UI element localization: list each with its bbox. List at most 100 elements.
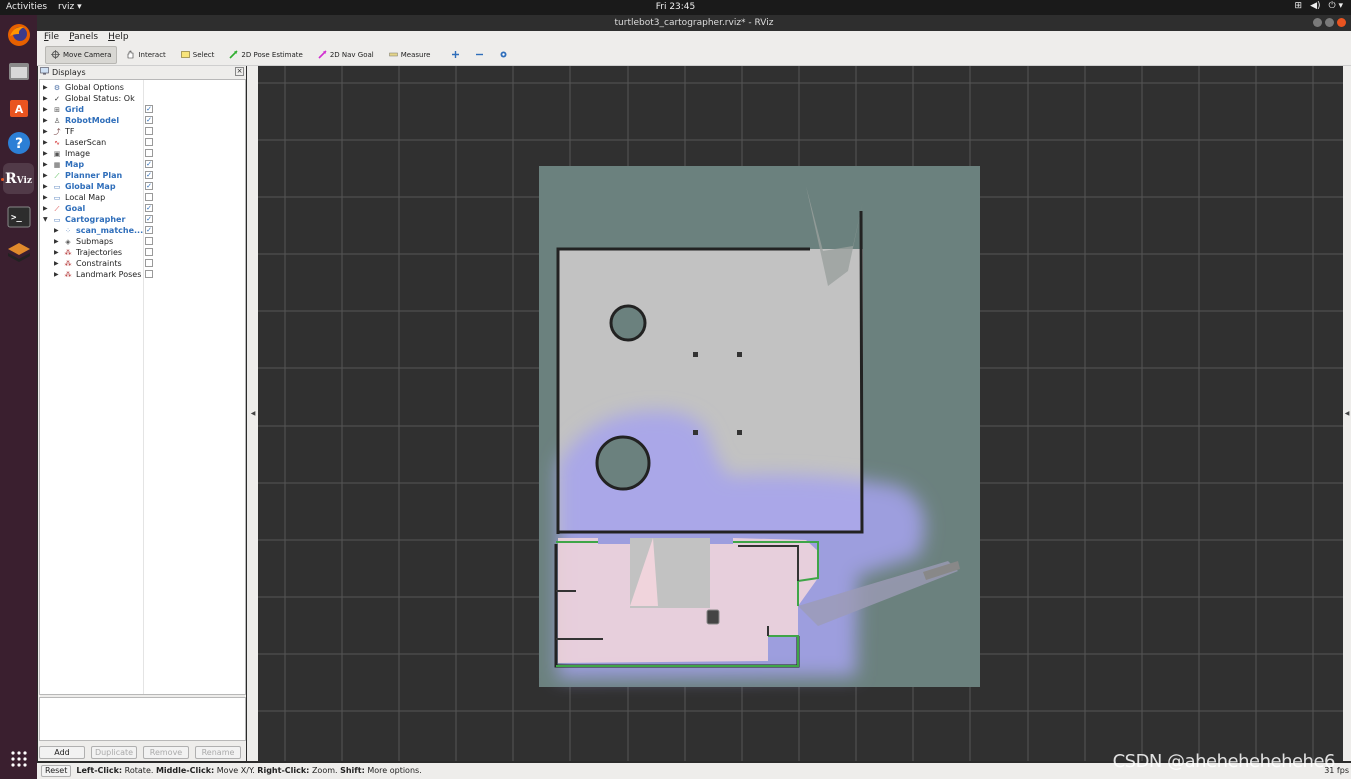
tree-row[interactable]: ▶ ✓ Global Status: Ok <box>40 93 245 104</box>
firefox-icon[interactable] <box>3 19 34 50</box>
right-splitter-handle[interactable]: ◀ <box>1343 66 1351 761</box>
expand-arrow-icon[interactable]: ▶ <box>54 247 60 258</box>
rviz-icon[interactable]: RViz <box>3 163 34 194</box>
rename-button[interactable]: Rename <box>195 746 241 759</box>
tree-row[interactable]: ▶ ∿ LaserScan <box>40 137 245 148</box>
activities-button[interactable]: Activities <box>6 2 47 12</box>
select-tool[interactable]: Select <box>175 46 221 64</box>
enable-checkbox[interactable] <box>145 149 153 157</box>
tree-row[interactable]: ▶ ♙ RobotModel ✓ <box>40 115 245 126</box>
expand-arrow-icon[interactable]: ▶ <box>54 225 60 236</box>
tree-row[interactable]: ▶ ◈ Submaps <box>40 236 245 247</box>
expand-arrow-icon[interactable]: ▶ <box>43 159 49 170</box>
tree-row[interactable]: ▶ ⊞ Grid ✓ <box>40 104 245 115</box>
measure-tool[interactable]: Measure <box>383 46 437 64</box>
tree-row[interactable]: ▶ ▭ Local Map <box>40 192 245 203</box>
displays-tree[interactable]: ▶ ⚙ Global Options ▶ ✓ Global Status: Ok ▶ ⊞ Gri… <box>39 79 246 695</box>
path-icon: ⟋ <box>54 171 60 180</box>
tree-row[interactable]: ▶ ▭ Global Map ✓ <box>40 181 245 192</box>
nav-goal-tool[interactable]: 2D Nav Goal <box>312 46 380 64</box>
enable-checkbox[interactable] <box>145 237 153 245</box>
enable-checkbox[interactable] <box>145 127 153 135</box>
collapse-arrow-icon[interactable]: ▼ <box>43 214 49 225</box>
enable-checkbox[interactable]: ✓ <box>145 204 153 212</box>
close-button[interactable] <box>1337 18 1346 27</box>
tree-row[interactable]: ▶ ⁂ Constraints <box>40 258 245 269</box>
expand-arrow-icon[interactable]: ▶ <box>43 115 49 126</box>
enable-checkbox[interactable]: ✓ <box>145 160 153 168</box>
enable-checkbox[interactable] <box>145 270 153 278</box>
duplicate-button[interactable]: Duplicate <box>91 746 137 759</box>
render-canvas[interactable] <box>258 66 1343 761</box>
menu-help[interactable]: Help <box>108 31 129 44</box>
expand-arrow-icon[interactable]: ▶ <box>43 170 49 181</box>
stack-icon[interactable] <box>3 237 34 268</box>
tf-icon: ⤴ <box>53 127 61 136</box>
enable-checkbox[interactable]: ✓ <box>145 105 153 113</box>
tree-row[interactable]: ▶ ⤴ TF <box>40 126 245 137</box>
interact-tool[interactable]: Interact <box>120 46 171 64</box>
remove-button[interactable]: Remove <box>143 746 189 759</box>
expand-arrow-icon[interactable]: ▶ <box>43 104 49 115</box>
show-apps-icon[interactable] <box>3 743 34 774</box>
enable-checkbox[interactable]: ✓ <box>145 226 153 234</box>
tree-row[interactable]: ▶ ⁂ Trajectories <box>40 247 245 258</box>
terminal-icon[interactable]: >_ <box>3 201 34 232</box>
mouse-hints: Left-Click: Rotate. Middle-Click: Move X… <box>76 763 421 779</box>
clock[interactable]: Fri 23:45 <box>0 2 1351 12</box>
tree-row[interactable]: ▶ ▣ Image <box>40 148 245 159</box>
close-panel-button[interactable]: × <box>235 67 244 76</box>
expand-arrow-icon[interactable]: ▶ <box>43 203 49 214</box>
menu-panels[interactable]: Panels <box>69 31 98 44</box>
enable-checkbox[interactable] <box>145 259 153 267</box>
tree-row[interactable]: ▶ ⁂ Landmark Poses <box>40 269 245 280</box>
add-button[interactable]: Add <box>39 746 85 759</box>
enable-checkbox[interactable]: ✓ <box>145 171 153 179</box>
expand-arrow-icon[interactable]: ▶ <box>43 148 49 159</box>
marker-icon: ⁂ <box>64 259 72 268</box>
enable-checkbox[interactable] <box>145 138 153 146</box>
menu-file[interactable]: File <box>44 31 59 44</box>
expand-arrow-icon[interactable]: ▶ <box>43 82 49 93</box>
add-tool-button[interactable] <box>445 46 466 64</box>
tree-row[interactable]: ▶ ⚙ Global Options <box>40 82 245 93</box>
minus-icon <box>475 50 484 59</box>
enable-checkbox[interactable]: ✓ <box>145 215 153 223</box>
files-icon[interactable] <box>3 55 34 86</box>
tree-row[interactable]: ▼ ▭ Cartographer ✓ <box>40 214 245 225</box>
monitor-icon <box>40 67 49 77</box>
expand-arrow-icon[interactable]: ▶ <box>43 93 49 104</box>
nav-goal-label: 2D Nav Goal <box>329 50 374 59</box>
expand-arrow-icon[interactable]: ▶ <box>43 181 49 192</box>
expand-arrow-icon[interactable]: ▶ <box>54 236 60 247</box>
expand-arrow-icon[interactable]: ▶ <box>43 126 49 137</box>
expand-arrow-icon[interactable]: ▶ <box>54 269 60 280</box>
enable-checkbox[interactable] <box>145 248 153 256</box>
help-icon[interactable]: ? <box>3 127 34 158</box>
tree-row[interactable]: ▶ ⁘ scan_matche... ✓ <box>40 225 245 236</box>
expand-arrow-icon[interactable]: ▶ <box>43 137 49 148</box>
enable-checkbox[interactable]: ✓ <box>145 116 153 124</box>
camera-type-button[interactable] <box>493 46 514 64</box>
remove-tool-button[interactable] <box>469 46 490 64</box>
enable-checkbox[interactable]: ✓ <box>145 182 153 190</box>
maximize-button[interactable] <box>1325 18 1334 27</box>
app-menu[interactable]: rviz ▾ <box>58 2 82 12</box>
expand-arrow-icon[interactable]: ▶ <box>54 258 60 269</box>
tree-row-label: Global Status: Ok <box>65 94 135 103</box>
reset-button[interactable]: Reset <box>41 765 72 777</box>
enable-checkbox[interactable] <box>145 193 153 201</box>
expand-arrow-icon[interactable]: ▶ <box>43 192 49 203</box>
tree-row[interactable]: ▶ ⟋ Planner Plan ✓ <box>40 170 245 181</box>
system-tray[interactable]: ⊞ ◀) ⏻ ▾ <box>1295 1 1343 11</box>
pose-estimate-tool[interactable]: 2D Pose Estimate <box>223 46 308 64</box>
minimize-button[interactable] <box>1313 18 1322 27</box>
3d-render-view[interactable] <box>258 66 1343 761</box>
window-titlebar[interactable]: turtlebot3_cartographer.rviz* - RViz <box>37 15 1351 31</box>
move-camera-tool[interactable]: Move Camera <box>45 45 118 64</box>
description-box <box>39 697 246 741</box>
tree-row[interactable]: ▶ ⟋ Goal ✓ <box>40 203 245 214</box>
hint-right: Zoom. <box>311 766 338 775</box>
tree-row[interactable]: ▶ ▦ Map ✓ <box>40 159 245 170</box>
software-store-icon[interactable]: A <box>3 91 34 122</box>
